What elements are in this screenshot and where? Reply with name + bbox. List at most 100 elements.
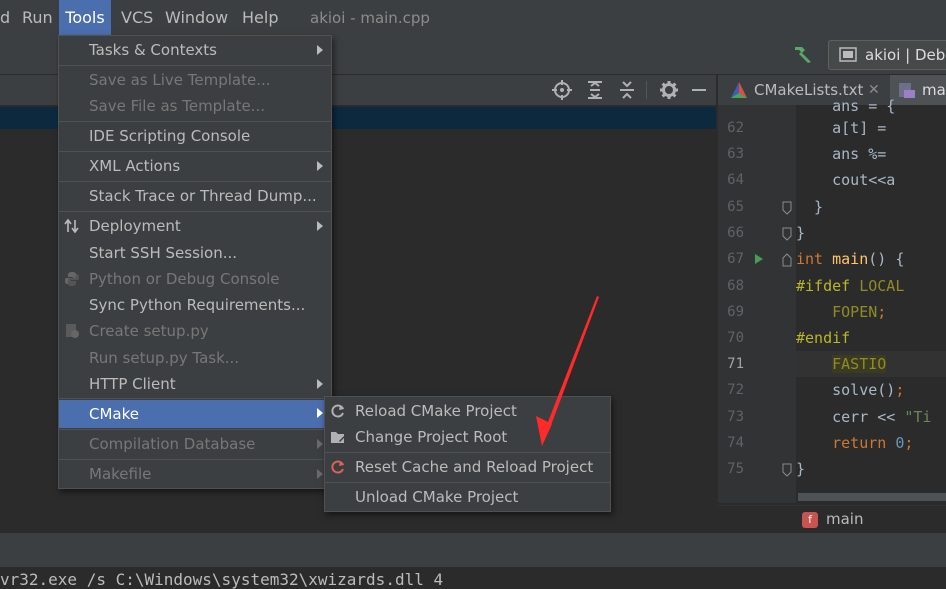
menu-separator [325, 452, 610, 453]
menu-separator [59, 65, 331, 66]
line-number: 73 [727, 409, 744, 425]
menu-item-http-client[interactable]: HTTP Client [59, 371, 331, 397]
menu-item-save-file-template[interactable]: Save File as Template... [59, 93, 331, 119]
menu-separator [59, 181, 331, 182]
code-line: FOPEN; [796, 303, 887, 321]
collapse-all-icon[interactable] [616, 79, 638, 101]
line-number: 64 [727, 172, 744, 188]
menu-separator [59, 459, 331, 460]
code-line-partial: ans = { [796, 97, 896, 115]
deployment-arrows-icon [64, 218, 79, 234]
tools-menu: Tasks & Contexts Save as Live Template..… [58, 35, 332, 489]
menu-item-xml-actions[interactable]: XML Actions [59, 153, 331, 179]
menu-window[interactable]: Window [165, 0, 228, 36]
menu-item-create-setup-py[interactable]: Create setup.py [59, 318, 331, 344]
line-number: 75 [727, 461, 744, 477]
fold-marker-icon[interactable] [782, 201, 792, 215]
cmake-triangle-icon [731, 82, 747, 98]
code-line: #ifdef LOCAL [796, 277, 905, 295]
run-configuration-selector[interactable]: akioi | Debu [828, 40, 946, 70]
breadcrumb[interactable]: f main [718, 505, 946, 534]
menu-item-stack-trace[interactable]: Stack Trace or Thread Dump... [59, 183, 331, 209]
reload-icon [331, 404, 344, 418]
line-number: 66 [727, 225, 744, 241]
code-line: cout<<a [796, 171, 896, 189]
cpp-file-icon [899, 83, 915, 98]
bottom-panel-header [0, 533, 946, 567]
horizontal-scrollbar[interactable] [798, 493, 946, 501]
gear-icon[interactable] [658, 79, 680, 101]
terminal-output[interactable]: vr32.exe /s C:\Windows\system32\xwizards… [0, 567, 946, 589]
menu-separator [59, 398, 331, 399]
menu-item-run-setup-py[interactable]: Run setup.py Task... [59, 345, 331, 371]
menu-item-ide-scripting-console[interactable]: IDE Scripting Console [59, 123, 331, 149]
menu-item-tasks-contexts[interactable]: Tasks & Contexts [59, 37, 331, 63]
tab-main-label: mai [922, 81, 946, 99]
menu-item-python-console[interactable]: Python or Debug Console [59, 266, 331, 292]
breadcrumb-function[interactable]: main [826, 510, 863, 528]
change-root-icon [331, 432, 346, 443]
setup-py-icon [66, 324, 79, 338]
menu-item-unload-cmake[interactable]: Unload CMake Project [325, 484, 610, 510]
code-line: int main() { [796, 250, 905, 268]
menu-separator [59, 121, 331, 122]
menu-item-deployment[interactable]: Deployment [59, 213, 331, 239]
menu-separator [59, 151, 331, 152]
fold-marker-icon[interactable] [782, 227, 792, 241]
code-line: a[t] = [796, 119, 887, 137]
menu-item-cmake[interactable]: CMake [59, 400, 331, 428]
menu-separator [325, 482, 610, 483]
function-f-icon: f [802, 512, 818, 528]
run-gutter-icon[interactable] [754, 253, 764, 265]
code-editor[interactable]: ans = { 62 a[t] = 63 ans %= 64 cout<<a 6… [718, 97, 946, 534]
line-number: 67 [727, 251, 744, 267]
menu-item-compilation-database[interactable]: Compilation Database [59, 431, 331, 457]
menu-item-sync-python-req[interactable]: Sync Python Requirements... [59, 292, 331, 318]
line-number-current: 71 [727, 356, 744, 372]
terminal-line: vr32.exe /s C:\Windows\system32\xwizards… [0, 570, 444, 589]
code-line: FASTIO [832, 355, 887, 373]
run-config-label: akioi | Debu [865, 46, 946, 64]
reset-reload-icon [331, 460, 344, 474]
line-number: 69 [727, 304, 744, 320]
tab-main-cpp[interactable]: mai [890, 75, 946, 105]
window-title: akioi - main.cpp [310, 9, 430, 27]
python-icon [65, 272, 79, 286]
menu-item-save-live-template[interactable]: Save as Live Template... [59, 67, 331, 93]
menu-item-reset-cache-reload[interactable]: Reset Cache and Reload Project [325, 454, 610, 480]
code-line: cerr << "Ti [796, 408, 932, 426]
locate-crosshair-icon[interactable] [551, 79, 573, 101]
line-number: 63 [727, 146, 744, 162]
code-line: solve(); [796, 381, 905, 399]
line-number: 72 [727, 382, 744, 398]
annotation-arrow-icon [536, 296, 599, 446]
code-line: ans %= [796, 145, 887, 163]
line-number: 70 [727, 330, 744, 346]
code-line: #endif [796, 329, 851, 347]
menu-bar: d Run Tools VCS Window Help akioi - main… [0, 0, 946, 36]
toolbar-divider [646, 81, 647, 99]
menu-item-start-ssh[interactable]: Start SSH Session... [59, 240, 331, 266]
menu-tools[interactable]: Tools [59, 0, 111, 36]
fold-marker-icon[interactable] [782, 463, 792, 477]
code-line: } [796, 224, 806, 242]
menu-separator [59, 211, 331, 212]
menu-item-makefile[interactable]: Makefile [59, 461, 331, 487]
line-number: 62 [727, 120, 744, 136]
menu-run[interactable]: Run [14, 0, 62, 36]
line-number: 68 [727, 278, 744, 294]
hide-minus-icon[interactable] [692, 89, 706, 91]
line-number: 74 [727, 435, 744, 451]
expand-all-icon[interactable] [584, 79, 606, 101]
code-line: return 0; [832, 434, 914, 452]
menu-separator [59, 429, 331, 430]
code-line: } [796, 198, 824, 216]
window-config-icon [839, 47, 857, 62]
menu-vcs[interactable]: VCS [121, 0, 153, 36]
build-hammer-icon[interactable] [793, 44, 815, 64]
menu-file-partial[interactable]: d [0, 0, 12, 36]
fold-marker-icon[interactable] [782, 253, 792, 267]
line-number: 65 [727, 199, 744, 215]
menu-help[interactable]: Help [242, 0, 278, 36]
code-line: } [796, 460, 806, 478]
